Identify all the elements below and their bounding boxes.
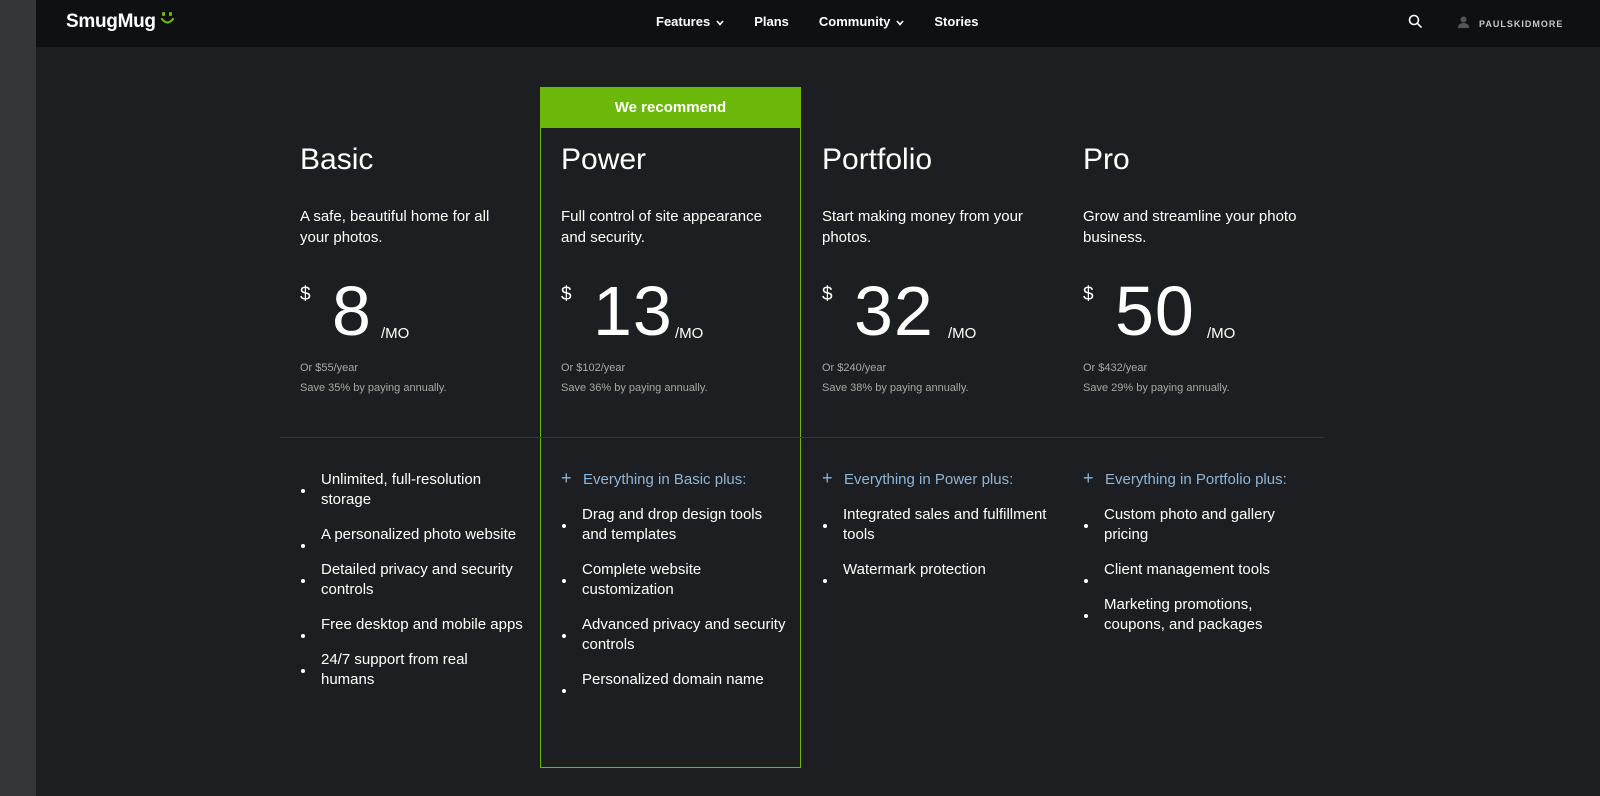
feature-item: Complete website customization — [561, 560, 786, 600]
pricing-page: SmugMug Features Plans Community Stories… — [36, 0, 1600, 796]
plan-name: Basic — [300, 143, 374, 176]
yearly-price: Or $55/year — [300, 362, 359, 374]
annual-savings: Save 38% by paying annually. — [822, 382, 969, 394]
plan-description: Full control of site appearance and secu… — [561, 208, 762, 246]
feature-item: Watermark protection — [822, 560, 1047, 583]
feature-item: A personalized photo website — [300, 525, 525, 548]
feature-item: Personalized domain name — [561, 670, 786, 693]
plan-description: A safe, beautiful home for all your phot… — [300, 208, 490, 246]
user-account[interactable]: PAULSKIDMORE — [1458, 15, 1563, 33]
feature-item: Marketing promotions, coupons, and packa… — [1083, 595, 1308, 635]
price-amount: 32 — [854, 272, 934, 350]
plan-price: $ 32 /MO — [822, 276, 1062, 350]
price-currency: $ — [822, 284, 833, 305]
price-period: /MO — [1207, 325, 1236, 342]
plan-description: Grow and streamline your photo business. — [1083, 208, 1297, 246]
plan-price: $ 8 /MO — [300, 276, 540, 350]
yearly-price: Or $240/year — [822, 362, 887, 374]
user-avatar-icon — [1458, 15, 1469, 33]
feature-item: Integrated sales and fulfillment tools — [822, 505, 1047, 545]
nav-plans[interactable]: Plans — [754, 14, 789, 29]
yearly-price: Or $432/year — [1083, 362, 1148, 374]
nav-community[interactable]: Community — [819, 14, 905, 29]
plan-name: Portfolio — [822, 143, 933, 176]
left-window-strip — [0, 0, 36, 796]
feature-item: Drag and drop design tools and templates — [561, 505, 786, 545]
feature-item: Detailed privacy and security controls — [300, 560, 525, 600]
feature-list: Everything in Power plus: Integrated sal… — [822, 468, 1047, 595]
annual-savings: Save 35% by paying annually. — [300, 382, 447, 394]
annual-savings: Save 36% by paying annually. — [561, 382, 708, 394]
feature-includes-previous: Everything in Basic plus: — [561, 468, 786, 490]
nav-community-label: Community — [818, 14, 891, 29]
logo-text: SmugMug — [66, 11, 156, 32]
pricing-plans: We recommend Basic A safe, beautiful hom… — [280, 87, 1324, 770]
chevron-down-icon — [896, 14, 904, 29]
feature-item: 24/7 support from real humans — [300, 650, 525, 690]
plan-price: $ 50 /MO — [1083, 276, 1323, 350]
plan-card-basic[interactable]: Basic A safe, beautiful home for all you… — [280, 87, 541, 770]
feature-includes-previous: Everything in Power plus: — [822, 468, 1047, 490]
nav-stories-label: Stories — [934, 14, 979, 29]
feature-item: Unlimited, full-resolution storage — [300, 470, 525, 510]
plan-description: Start making money from your photos. — [822, 208, 1023, 246]
plan-card-power[interactable]: Power Full control of site appearance an… — [541, 87, 802, 770]
plan-card-pro[interactable]: Pro Grow and streamline your photo busin… — [1063, 87, 1324, 770]
yearly-price: Or $102/year — [561, 362, 626, 374]
chevron-down-icon — [716, 14, 724, 29]
smiley-logo-icon — [159, 11, 176, 34]
price-amount: 50 — [1115, 272, 1195, 350]
search-icon[interactable] — [1408, 14, 1422, 33]
feature-item: Custom photo and gallery pricing — [1083, 505, 1308, 545]
price-period: /MO — [948, 325, 977, 342]
nav-stories[interactable]: Stories — [934, 14, 978, 29]
top-navigation-bar: SmugMug Features Plans Community Stories… — [36, 0, 1600, 47]
nav-features[interactable]: Features — [656, 14, 724, 29]
feature-includes-previous: Everything in Portfolio plus: — [1083, 468, 1308, 490]
price-period: /MO — [675, 325, 704, 342]
feature-list: Unlimited, full-resolution storage A per… — [300, 470, 525, 705]
plan-name: Power — [561, 143, 647, 176]
feature-item: Free desktop and mobile apps — [300, 615, 525, 638]
main-nav: Features Plans Community Stories — [656, 14, 1008, 29]
feature-item: Advanced privacy and security controls — [561, 615, 786, 655]
price-currency: $ — [300, 284, 311, 305]
price-currency: $ — [1083, 284, 1094, 305]
price-period: /MO — [381, 325, 410, 342]
plan-price: $ 13 /MO — [561, 276, 801, 350]
price-currency: $ — [561, 284, 572, 305]
annual-savings: Save 29% by paying annually. — [1083, 382, 1230, 394]
nav-plans-label: Plans — [754, 14, 789, 29]
plan-card-portfolio[interactable]: Portfolio Start making money from your p… — [802, 87, 1063, 770]
feature-list: Everything in Basic plus: Drag and drop … — [561, 468, 786, 705]
plan-name: Pro — [1083, 143, 1130, 176]
nav-features-label: Features — [656, 14, 711, 29]
smugmug-logo[interactable]: SmugMug — [66, 11, 176, 34]
feature-item: Client management tools — [1083, 560, 1308, 583]
feature-list: Everything in Portfolio plus: Custom pho… — [1083, 468, 1308, 650]
price-amount: 8 — [332, 272, 372, 350]
price-amount: 13 — [593, 272, 673, 350]
user-name: PAULSKIDMORE — [1479, 19, 1564, 29]
